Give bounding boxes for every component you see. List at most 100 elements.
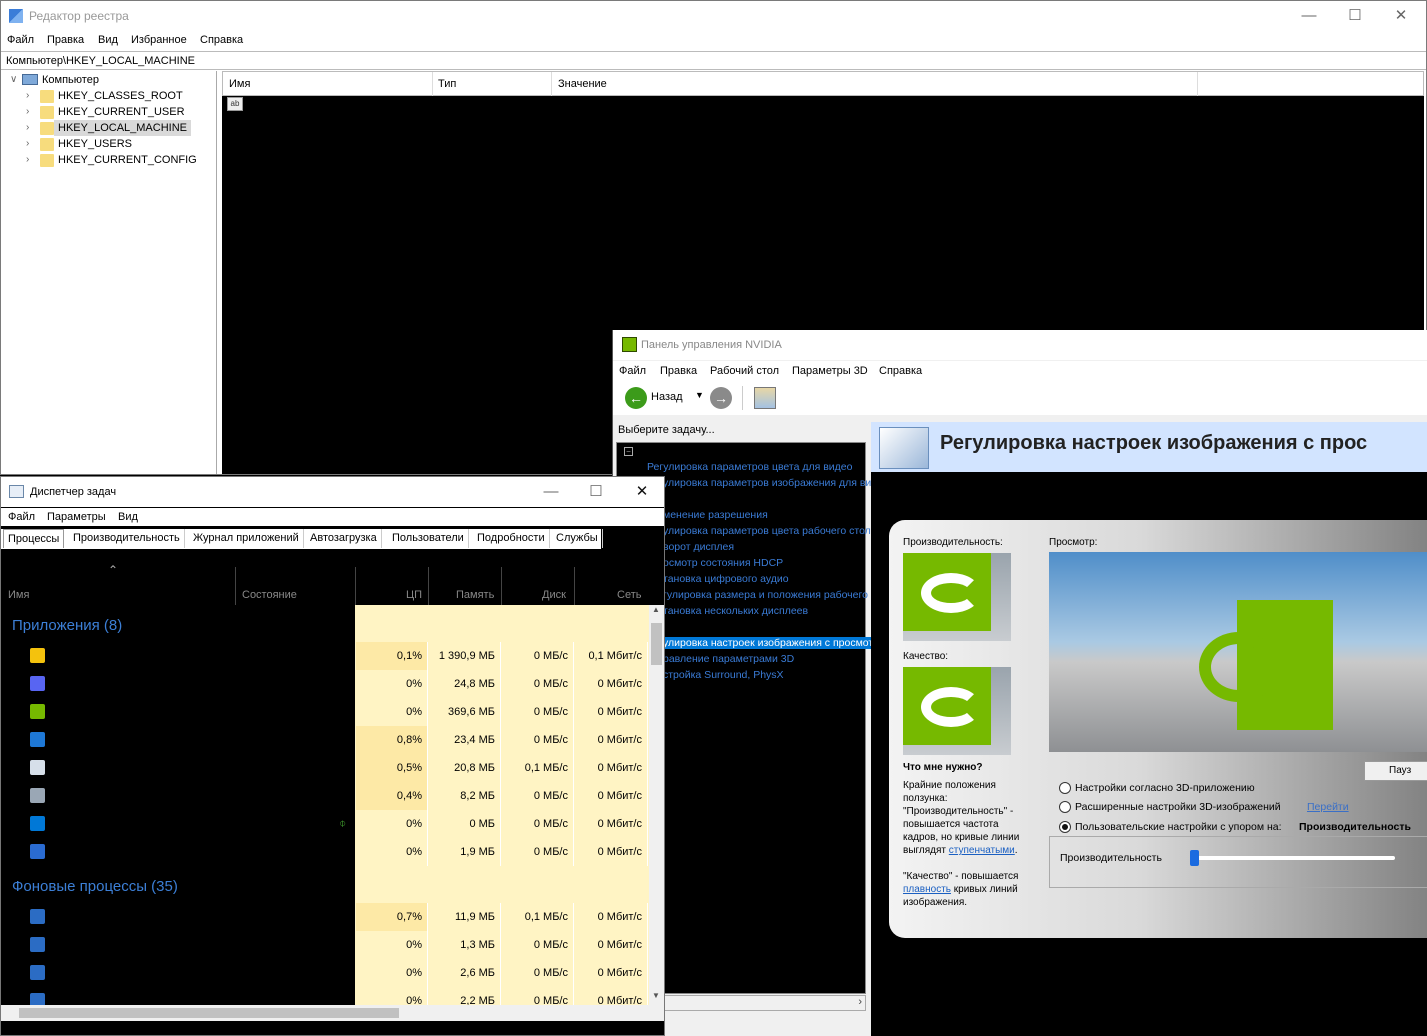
column-divider[interactable] xyxy=(428,567,429,605)
menu-view[interactable]: Вид xyxy=(98,34,118,46)
string-value-icon[interactable]: ab xyxy=(227,97,243,111)
taskmgr-titlebar[interactable]: Диспетчер задач — ☐ ✕ xyxy=(1,477,664,507)
table-row[interactable]: 0,4% 8,2 МБ 0 МБ/с 0 Мбит/с xyxy=(1,782,649,810)
group-apps[interactable]: Приложения (8) xyxy=(12,617,122,634)
chevron-right-icon[interactable]: › xyxy=(26,154,29,165)
menu-file[interactable]: Файл xyxy=(619,365,646,377)
option-label[interactable]: Пользовательские настройки с упором на: xyxy=(1075,821,1282,833)
tab-users[interactable]: Пользователи xyxy=(388,529,469,548)
column-memory[interactable]: Память xyxy=(456,589,494,601)
task-item[interactable]: стройка Surround, PhysX xyxy=(663,669,784,681)
chevron-right-icon[interactable]: › xyxy=(26,122,29,133)
tab-performance[interactable]: Производительность xyxy=(69,529,185,548)
scroll-up-icon[interactable]: ▲ xyxy=(652,605,660,614)
close-button[interactable]: ✕ xyxy=(1378,1,1424,31)
tab-startup[interactable]: Автозагрузка xyxy=(306,529,382,548)
column-divider[interactable] xyxy=(501,567,502,605)
menu-favorites[interactable]: Избранное xyxy=(131,34,187,46)
table-row[interactable]: 0,1% 1 390,9 МБ 0 МБ/с 0,1 Мбит/с xyxy=(1,642,649,670)
option-label[interactable]: Расширенные настройки 3D-изображений xyxy=(1075,801,1281,813)
h-scroll-thumb[interactable] xyxy=(19,1008,399,1018)
chevron-right-icon[interactable]: › xyxy=(26,138,29,149)
pause-button[interactable]: Пауз xyxy=(1364,761,1427,781)
column-value[interactable]: Значение xyxy=(558,78,607,90)
menu-file[interactable]: Файл xyxy=(8,511,35,523)
help-link-smoothness[interactable]: плавность xyxy=(903,884,951,895)
table-row[interactable]: 0,7% 11,9 МБ 0,1 МБ/с 0 Мбит/с xyxy=(1,903,649,931)
tree-root-computer[interactable]: Компьютер xyxy=(42,72,99,88)
column-name[interactable]: Имя xyxy=(229,78,250,90)
tree-item[interactable]: HKEY_USERS xyxy=(58,136,132,152)
column-divider[interactable] xyxy=(1197,72,1198,96)
column-divider[interactable] xyxy=(355,567,356,605)
table-row[interactable]: 0% 2,6 МБ 0 МБ/с 0 Мбит/с xyxy=(1,959,649,987)
scroll-thumb[interactable] xyxy=(651,623,662,665)
menu-edit[interactable]: Правка xyxy=(47,34,84,46)
task-item-selected[interactable]: улировка настроек изображения с просмотр… xyxy=(663,637,897,649)
table-row[interactable]: 0% 369,6 МБ 0 МБ/с 0 Мбит/с xyxy=(1,698,649,726)
column-disk[interactable]: Диск xyxy=(542,589,566,601)
radio-app-controlled[interactable] xyxy=(1059,782,1071,794)
minimize-button[interactable]: — xyxy=(528,477,574,507)
task-item[interactable]: менение разрешения xyxy=(663,509,768,521)
task-item[interactable]: ворот дисплея xyxy=(663,541,734,553)
minimize-button[interactable]: — xyxy=(1286,1,1332,31)
task-item[interactable]: тановка нескольких дисплеев xyxy=(663,605,808,617)
column-divider[interactable] xyxy=(574,567,575,605)
chevron-right-icon[interactable]: › xyxy=(26,90,29,101)
column-network[interactable]: Сеть xyxy=(617,589,641,601)
task-item[interactable]: гулировка размера и положения рабочего с… xyxy=(663,589,898,601)
task-item[interactable]: Регулировка параметров цвета для видео xyxy=(647,461,852,473)
task-item[interactable]: осмотр состояния HDCP xyxy=(663,557,783,569)
back-dropdown-icon[interactable]: ▼ xyxy=(695,390,704,400)
horizontal-scrollbar[interactable] xyxy=(1,1005,664,1021)
table-row[interactable]: 0% 24,8 МБ 0 МБ/с 0 Мбит/с xyxy=(1,670,649,698)
table-row[interactable]: 0,8% 23,4 МБ 0 МБ/с 0 Мбит/с xyxy=(1,726,649,754)
column-type[interactable]: Тип xyxy=(438,78,456,90)
tree-item-selected[interactable]: HKEY_LOCAL_MACHINE xyxy=(54,120,191,136)
menu-edit[interactable]: Правка xyxy=(660,365,697,377)
scroll-down-icon[interactable]: ▼ xyxy=(652,991,660,1000)
sort-up-icon[interactable]: ⌃ xyxy=(108,563,118,577)
tab-processes[interactable]: Процессы xyxy=(3,529,65,548)
table-row[interactable]: 0% 1,3 МБ 0 МБ/с 0 Мбит/с xyxy=(1,931,649,959)
tree-item[interactable]: HKEY_CURRENT_CONFIG xyxy=(58,152,197,168)
column-name[interactable]: Имя xyxy=(8,589,29,601)
tab-services[interactable]: Службы xyxy=(552,529,603,548)
table-row[interactable]: 0,5% 20,8 МБ 0,1 МБ/с 0 Мбит/с xyxy=(1,754,649,782)
table-row[interactable]: 0% 1,9 МБ 0 МБ/с 0 Мбит/с xyxy=(1,838,649,866)
close-button[interactable]: ✕ xyxy=(619,477,664,507)
back-arrow-icon[interactable]: ← xyxy=(625,387,647,409)
menu-3d-settings[interactable]: Параметры 3D xyxy=(792,365,868,377)
help-link-jagged[interactable]: ступенчатыми xyxy=(949,845,1015,856)
vertical-scrollbar[interactable]: ▲ ▼ xyxy=(649,605,664,1005)
table-row[interactable]: 0% 0 МБ 0 МБ/с 0 Мбит/с xyxy=(1,810,649,838)
task-item[interactable]: улировка параметров цвета рабочего стола xyxy=(663,525,877,537)
task-item[interactable]: улировка параметров изображения для виде… xyxy=(663,477,889,489)
menu-file[interactable]: Файл xyxy=(7,34,34,46)
slider-thumb[interactable] xyxy=(1190,850,1199,866)
menu-options[interactable]: Параметры xyxy=(47,511,106,523)
chevron-down-icon[interactable]: ∨ xyxy=(10,74,17,85)
tab-app-history[interactable]: Журнал приложений xyxy=(189,529,304,548)
home-icon[interactable] xyxy=(754,387,776,409)
collapse-icon[interactable]: − xyxy=(624,447,633,456)
menu-desktop[interactable]: Рабочий стол xyxy=(710,365,779,377)
option-label[interactable]: Настройки согласно 3D-приложению xyxy=(1075,782,1255,794)
tree-item[interactable]: HKEY_CLASSES_ROOT xyxy=(58,88,183,104)
maximize-button[interactable]: ☐ xyxy=(573,477,619,507)
registry-titlebar[interactable]: Редактор реестра — ☐ ✕ xyxy=(1,1,1426,31)
go-link[interactable]: Перейти xyxy=(1307,801,1349,813)
radio-advanced[interactable] xyxy=(1059,801,1071,813)
address-bar[interactable]: Компьютер\HKEY_LOCAL_MACHINE xyxy=(1,51,1426,70)
tree-item[interactable]: HKEY_CURRENT_USER xyxy=(58,104,185,120)
radio-custom-selected[interactable] xyxy=(1059,821,1071,833)
column-divider[interactable] xyxy=(432,72,433,96)
menu-help[interactable]: Справка xyxy=(200,34,243,46)
nvidia-titlebar[interactable]: Панель управления NVIDIA xyxy=(613,330,1427,360)
menu-help[interactable]: Справка xyxy=(879,365,922,377)
forward-arrow-icon[interactable]: → xyxy=(710,387,732,409)
group-background[interactable]: Фоновые процессы (35) xyxy=(12,878,178,895)
slider-track[interactable] xyxy=(1190,856,1395,860)
task-item[interactable]: равление параметрами 3D xyxy=(663,653,794,665)
